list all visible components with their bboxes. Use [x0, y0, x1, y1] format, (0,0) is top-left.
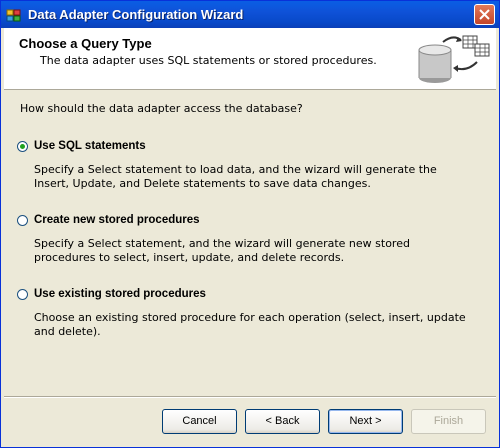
wizard-content: How should the data adapter access the d…: [4, 90, 496, 396]
option-label[interactable]: Use SQL statements: [34, 140, 146, 152]
radio-use-sql[interactable]: [17, 141, 28, 152]
option-label[interactable]: Use existing stored procedures: [34, 288, 206, 300]
radio-create-stored-procedures[interactable]: [17, 215, 28, 226]
option-description: Specify a Select statement, and the wiza…: [34, 237, 410, 264]
radio-existing-stored-procedures[interactable]: [17, 289, 28, 300]
close-icon: [479, 9, 490, 20]
page-title: Choose a Query Type: [19, 36, 152, 51]
title-bar[interactable]: Data Adapter Configuration Wizard: [1, 1, 499, 28]
option-description: Specify a Select statement to load data,…: [34, 163, 437, 190]
option-description: Choose an existing stored procedure for …: [34, 311, 466, 338]
close-button[interactable]: [474, 4, 495, 25]
cancel-button[interactable]: Cancel: [162, 409, 237, 434]
button-bar: Cancel < Back Next > Finish: [4, 396, 496, 445]
window-title: Data Adapter Configuration Wizard: [28, 7, 244, 22]
page-subtitle: The data adapter uses SQL statements or …: [40, 54, 377, 67]
finish-button: Finish: [411, 409, 486, 434]
database-icon: [418, 35, 490, 83]
wizard-window: Data Adapter Configuration Wizard Choose…: [0, 0, 500, 448]
back-button[interactable]: < Back: [245, 409, 320, 434]
wizard-header: Choose a Query Type The data adapter use…: [4, 28, 496, 90]
next-button[interactable]: Next >: [328, 409, 403, 434]
app-icon: [6, 9, 21, 22]
question-text: How should the data adapter access the d…: [20, 102, 303, 115]
option-label[interactable]: Create new stored procedures: [34, 214, 200, 226]
